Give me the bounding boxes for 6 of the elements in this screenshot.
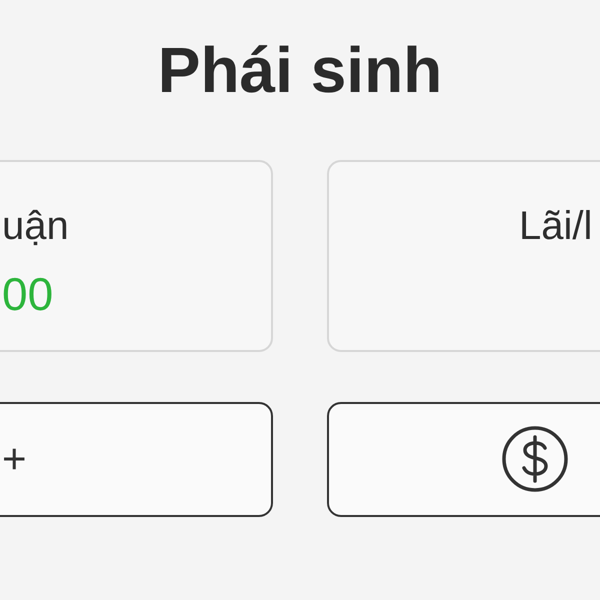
stat-label: uận <box>2 203 70 250</box>
stat-label: Lãi/l <box>519 203 594 250</box>
page-title: Phái sinh <box>158 33 442 108</box>
stat-value: 00 <box>2 267 54 322</box>
dollar-icon <box>501 425 569 493</box>
plus-button[interactable]: + <box>0 402 273 517</box>
